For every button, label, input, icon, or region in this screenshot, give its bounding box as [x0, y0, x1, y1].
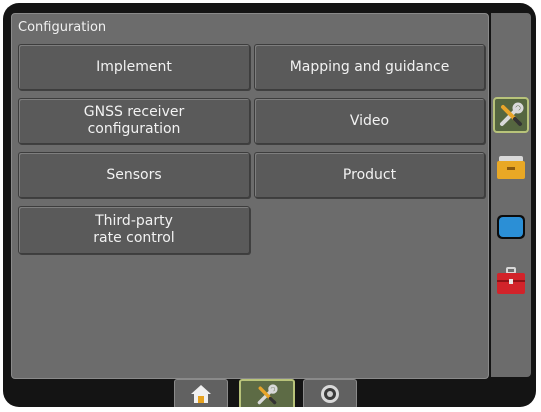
video-button-label: Video	[349, 112, 390, 129]
product-button-label: Product	[342, 166, 397, 183]
sensors-button[interactable]: Sensors	[18, 152, 250, 198]
mapping-guidance-button[interactable]: Mapping and guidance	[254, 44, 485, 90]
tab-tools[interactable]	[495, 265, 527, 297]
third-party-rate-control-button[interactable]: Third-party rate control	[18, 206, 250, 254]
wrench-screwdriver-icon	[500, 102, 524, 126]
bottom-tab-camera[interactable]	[303, 379, 357, 407]
video-button[interactable]: Video	[254, 98, 485, 144]
third-party-button-label-line1: Third-party	[95, 213, 173, 229]
folder-icon	[497, 156, 525, 179]
bottom-tab-configuration[interactable]	[239, 379, 295, 407]
tab-configuration[interactable]	[493, 97, 529, 133]
tab-display[interactable]	[495, 211, 527, 243]
device-frame: Configuration Implement Mapping and guid…	[3, 3, 536, 407]
third-party-button-label-line2: rate control	[93, 230, 175, 246]
gnss-receiver-button[interactable]: GNSS receiver configuration	[18, 98, 250, 144]
implement-button[interactable]: Implement	[18, 44, 250, 90]
implement-button-label: Implement	[96, 58, 172, 75]
tab-jobs[interactable]	[495, 151, 527, 183]
home-icon	[191, 385, 211, 403]
configuration-panel: Configuration Implement Mapping and guid…	[11, 13, 489, 379]
mapping-guidance-button-label: Mapping and guidance	[289, 58, 450, 75]
camera-icon	[321, 385, 339, 403]
wrench-screwdriver-icon	[257, 384, 278, 405]
gnss-button-label-line1: GNSS receiver	[83, 104, 185, 120]
product-button[interactable]: Product	[254, 152, 485, 198]
monitor-icon	[497, 215, 525, 239]
toolbox-icon	[497, 267, 525, 294]
side-tab-bar	[491, 13, 531, 377]
gnss-button-label-line2: configuration	[87, 121, 181, 137]
bottom-tab-home[interactable]	[174, 379, 228, 407]
page-title: Configuration	[18, 20, 107, 35]
sensors-button-label: Sensors	[106, 166, 162, 183]
